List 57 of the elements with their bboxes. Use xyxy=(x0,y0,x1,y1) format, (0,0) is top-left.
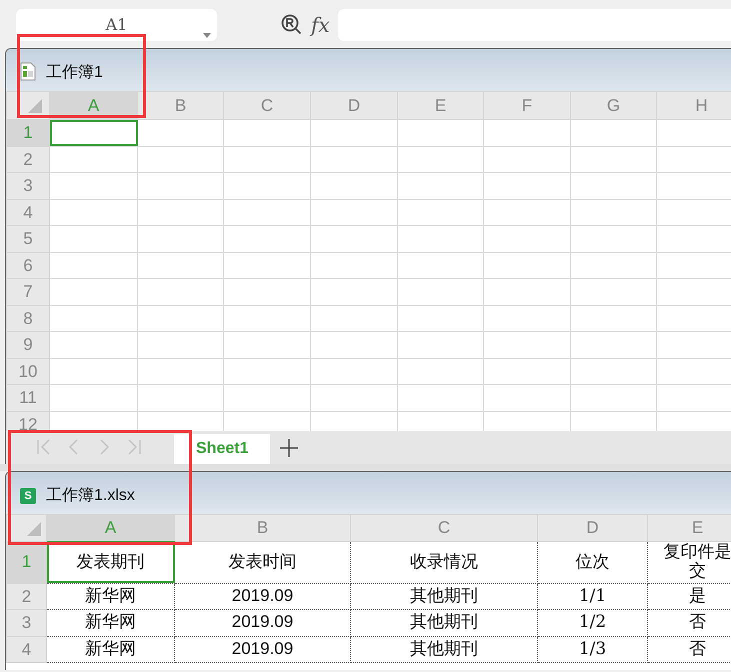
row-header[interactable]: 3 xyxy=(6,172,50,199)
row-header[interactable]: 1 xyxy=(6,541,46,583)
table-cell: 其他期刊 xyxy=(350,610,538,636)
row-header[interactable]: 7 xyxy=(6,278,50,305)
column-header[interactable]: B xyxy=(138,92,224,120)
column-header[interactable]: C xyxy=(224,92,310,120)
spreadsheet-logo-icon: S xyxy=(20,488,36,504)
table-cell: 2019.09 xyxy=(174,636,350,662)
row-header[interactable]: 4 xyxy=(6,636,46,662)
table-cell: 1/1 xyxy=(538,583,648,610)
name-box[interactable]: A1 xyxy=(16,9,217,41)
table-cell-text: 复印件是交 xyxy=(662,543,731,581)
active-cell[interactable] xyxy=(50,120,138,146)
row-header[interactable]: 4 xyxy=(6,199,50,226)
workbook-title: 工作簿1.xlsx xyxy=(46,486,135,506)
zoom-icon[interactable] xyxy=(281,14,303,36)
row-header[interactable]: 2 xyxy=(6,146,50,172)
select-all-icon[interactable] xyxy=(26,522,40,536)
row-header[interactable]: 2 xyxy=(6,583,46,610)
table-cell: 新华网 xyxy=(46,583,174,610)
table-cell: 新华网 xyxy=(46,636,174,662)
column-header[interactable]: D xyxy=(310,92,398,120)
column-header[interactable]: C xyxy=(350,514,538,541)
column-header[interactable]: H xyxy=(656,92,731,120)
table-cell: 收录情况 xyxy=(350,541,538,583)
spreadsheet-file-icon xyxy=(20,62,36,81)
column-header[interactable]: E xyxy=(398,92,484,120)
column-header[interactable]: G xyxy=(570,92,656,120)
table-cell: 其他期刊 xyxy=(350,583,538,610)
table-cell: 2019.09 xyxy=(174,610,350,636)
row-header[interactable]: 5 xyxy=(6,226,50,252)
table-cell: 2019.09 xyxy=(174,583,350,610)
row-header[interactable]: 8 xyxy=(6,305,50,332)
table-cell: 其他期刊 xyxy=(350,636,538,662)
table-cell: 新华网 xyxy=(46,610,174,636)
workbook-title: 工作簿1 xyxy=(46,63,103,83)
row-header[interactable]: 9 xyxy=(6,332,50,358)
column-header[interactable]: B xyxy=(174,514,350,541)
row-header[interactable]: 11 xyxy=(6,384,50,411)
row-header[interactable]: 6 xyxy=(6,252,50,278)
column-header[interactable]: E xyxy=(648,514,731,541)
select-all-icon[interactable] xyxy=(28,99,42,114)
table-cell: 发表期刊 xyxy=(46,541,174,583)
column-header[interactable]: D xyxy=(538,514,648,541)
table-cell: 发表时间 xyxy=(174,541,350,583)
table-cell: 1/3 xyxy=(538,636,648,662)
row-header[interactable]: 1 xyxy=(6,120,50,146)
dropdown-caret-icon[interactable] xyxy=(203,33,211,38)
sheet-tab[interactable]: Sheet1 xyxy=(174,434,270,464)
row-header[interactable]: 3 xyxy=(6,610,46,636)
column-header[interactable]: F xyxy=(484,92,570,120)
table-cell: 1/2 xyxy=(538,610,648,636)
column-header[interactable]: A xyxy=(46,514,174,541)
row-header[interactable]: 12 xyxy=(6,411,50,431)
table-cell: 位次 xyxy=(538,541,648,583)
row-header[interactable]: 10 xyxy=(6,358,50,384)
function-label[interactable]: fx xyxy=(311,15,330,35)
